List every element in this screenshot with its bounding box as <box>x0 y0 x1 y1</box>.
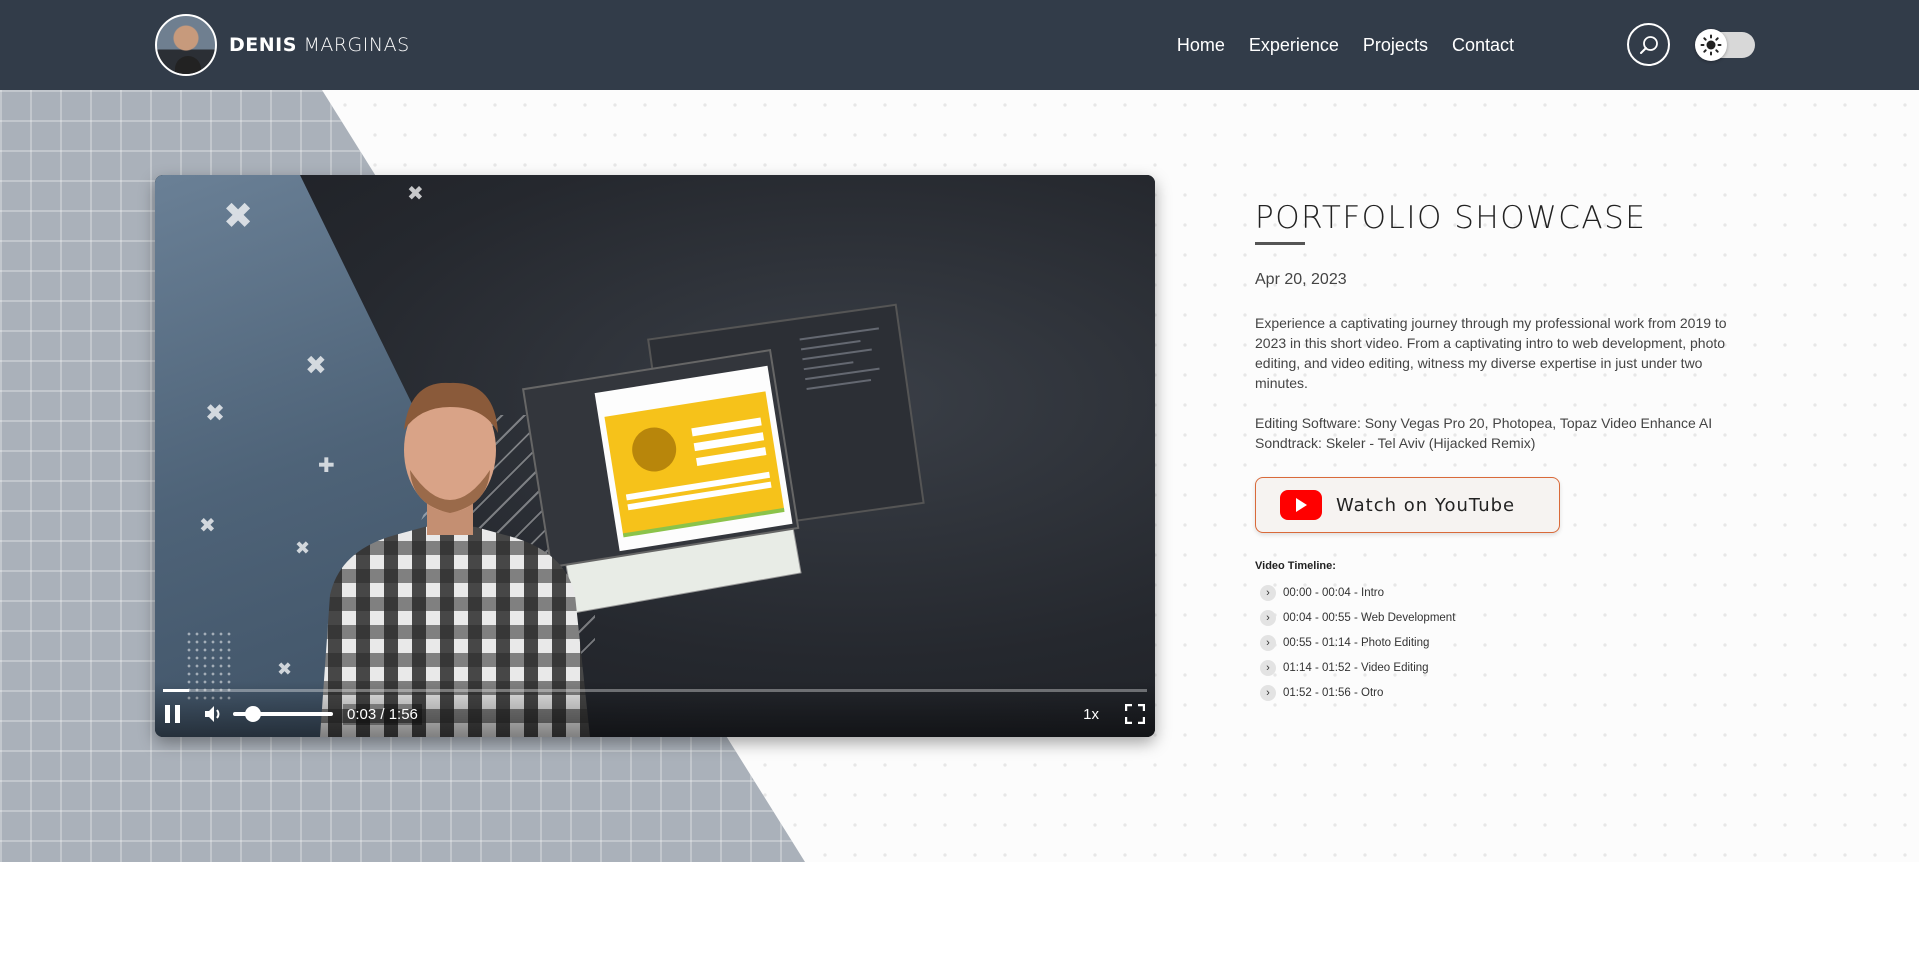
nav-home[interactable]: Home <box>1177 35 1225 56</box>
brand-logo[interactable]: DENIS MARGINAS <box>155 12 410 78</box>
youtube-play-icon <box>1280 490 1322 520</box>
playback-speed-button[interactable]: 1x <box>1083 706 1099 723</box>
project-description: Experience a captivating journey through… <box>1255 315 1727 391</box>
video-player[interactable]: ✖ ✖ ✖ ✖ ✚ ✖ ✖ ✖ 0:03 / 1:56 1x <box>155 175 1155 737</box>
volume-slider[interactable] <box>233 706 333 722</box>
video-progress-bar[interactable] <box>163 689 1147 692</box>
chevron-right-icon: › <box>1260 684 1276 701</box>
pause-button[interactable] <box>165 705 183 723</box>
youtube-button-label: Watch on YouTube <box>1336 494 1516 516</box>
video-timeline: › 00:00 - 00:04 - Intro › 00:04 - 00:55 … <box>1255 580 1755 705</box>
cross-decoration: ✖ <box>407 181 424 205</box>
avatar <box>155 14 217 76</box>
software-credits: Editing Software: Sony Vegas Pro 20, Pho… <box>1255 413 1755 453</box>
timeline-item[interactable]: › 01:14 - 01:52 - Video Editing <box>1255 655 1755 680</box>
search-button[interactable] <box>1627 23 1670 66</box>
volume-slider-thumb[interactable] <box>245 706 261 722</box>
theme-toggle-knob <box>1695 29 1727 61</box>
video-time-display: 0:03 / 1:56 <box>343 703 422 725</box>
cross-decoration: ✖ <box>199 513 216 537</box>
fullscreen-icon[interactable] <box>1125 704 1145 724</box>
nav-experience[interactable]: Experience <box>1249 35 1339 56</box>
timeline-item[interactable]: › 00:55 - 01:14 - Photo Editing <box>1255 630 1755 655</box>
cross-decoration: ✖ <box>205 399 226 427</box>
publish-date: Apr 20, 2023 <box>1255 271 1347 288</box>
chevron-right-icon: › <box>1260 634 1276 651</box>
timeline-item[interactable]: › 00:00 - 00:04 - Intro <box>1255 580 1755 605</box>
timeline-item[interactable]: › 00:04 - 00:55 - Web Development <box>1255 605 1755 630</box>
sun-icon <box>1700 34 1722 56</box>
theme-toggle[interactable] <box>1695 29 1755 61</box>
watch-on-youtube-button[interactable]: Watch on YouTube <box>1255 477 1560 533</box>
nav-projects[interactable]: Projects <box>1363 35 1428 56</box>
presenter-image <box>320 382 590 737</box>
timeline-title: Video Timeline: <box>1255 560 1336 572</box>
video-controls: 0:03 / 1:56 1x <box>155 681 1155 737</box>
chevron-right-icon: › <box>1260 584 1276 601</box>
main-nav: Home Experience Projects Contact <box>1177 0 1514 90</box>
nav-contact[interactable]: Contact <box>1452 35 1514 56</box>
chevron-right-icon: › <box>1260 659 1276 676</box>
volume-icon[interactable] <box>203 704 225 724</box>
chevron-right-icon: › <box>1260 609 1276 626</box>
cross-decoration: ✖ <box>277 659 293 680</box>
video-progress-fill <box>163 689 189 692</box>
brand-name: DENIS MARGINAS <box>229 34 410 56</box>
cross-decoration: ✖ <box>223 196 254 237</box>
editing-software-line: Editing Software: Sony Vegas Pro 20, Pho… <box>1255 415 1713 431</box>
search-icon <box>1639 35 1658 54</box>
timeline-item[interactable]: › 01:52 - 01:56 - Otro <box>1255 680 1755 705</box>
page-title: PORTFOLIO SHOWCASE <box>1255 200 1647 236</box>
soundtrack-line: Sondtrack: Skeler - Tel Aviv (Hijacked R… <box>1255 435 1536 451</box>
project-info: PORTFOLIO SHOWCASE Apr 20, 2023 Experien… <box>1255 200 1755 705</box>
site-header: DENIS MARGINAS Home Experience Projects … <box>0 0 1919 90</box>
title-underline <box>1255 242 1305 245</box>
pause-icon <box>165 705 170 723</box>
